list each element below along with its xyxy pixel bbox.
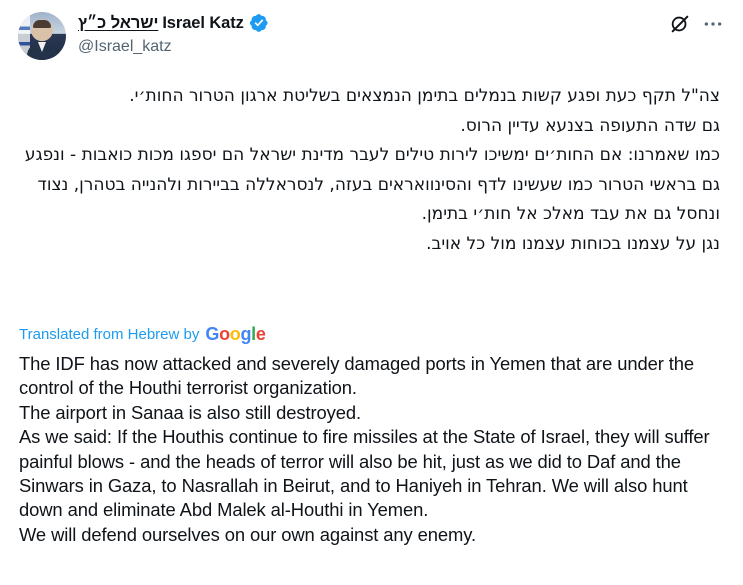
hebrew-paragraph: כמו שאמרנו: אם החות׳ים ימשיכו לירות טילי… <box>24 145 720 224</box>
avatar-hair <box>33 20 51 28</box>
hebrew-paragraph: נגן על עצמנו בכוחות עצמנו מול כל אויב. <box>426 233 720 254</box>
author-name-row[interactable]: ישראל כ״ץ Israel Katz <box>78 12 269 34</box>
author-name-hebrew[interactable]: ישראל כ״ץ <box>78 14 158 33</box>
author-name-english[interactable]: Israel Katz <box>162 14 244 33</box>
grok-icon[interactable] <box>668 12 692 36</box>
english-paragraph: The IDF has now attacked and severely da… <box>19 353 695 399</box>
translation-label[interactable]: Translated from Hebrew by <box>19 326 199 343</box>
author-handle[interactable]: @Israel_katz <box>78 38 172 56</box>
tweet-text-english: The IDF has now attacked and severely da… <box>19 352 731 547</box>
more-options-icon[interactable] <box>700 12 726 36</box>
tweet-text-hebrew: צה"ל תקף כעת ופגע קשות בנמלים בתימן הנמצ… <box>20 82 720 259</box>
hebrew-paragraph: צה"ל תקף כעת ופגע קשות בנמלים בתימן הנמצ… <box>129 86 720 106</box>
hebrew-paragraph: גם שדה התעופה בצנעא עדיין הרוס. <box>460 115 720 136</box>
verified-badge-icon <box>249 13 269 33</box>
google-logo: Google <box>205 323 266 344</box>
english-paragraph: As we said: If the Houthis continue to f… <box>19 426 710 521</box>
english-paragraph: We will defend ourselves on our own agai… <box>19 523 477 545</box>
tweet: ישראל כ״ץ Israel Katz @Israel_katz צה"ל … <box>0 0 743 585</box>
translation-attribution[interactable]: Translated from Hebrew by Google <box>19 322 266 346</box>
english-paragraph: The airport in Sanaa is also still destr… <box>19 401 362 423</box>
avatar[interactable] <box>18 12 66 60</box>
